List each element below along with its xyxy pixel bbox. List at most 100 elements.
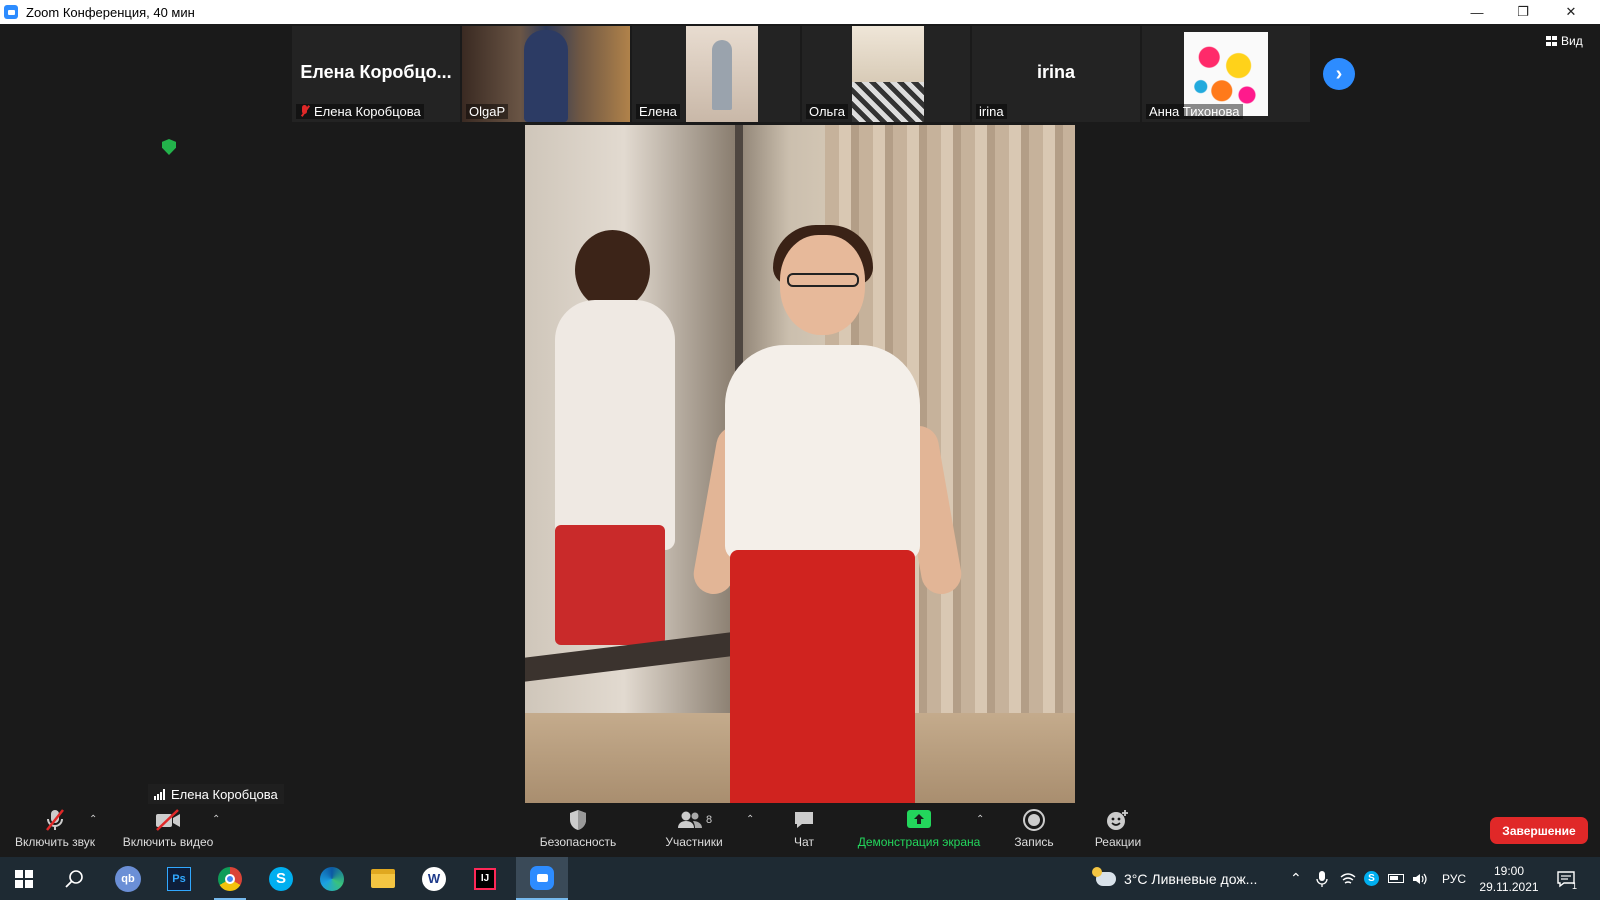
cloud-rain-icon bbox=[1092, 866, 1116, 886]
input-language-indicator[interactable]: РУС bbox=[1442, 857, 1466, 900]
tray-skype-icon[interactable]: S bbox=[1364, 857, 1379, 900]
tray-expand-icon[interactable]: ⌃ bbox=[1290, 857, 1302, 900]
zoom-window: Zoom Конференция, 40 мин — ❐ ✕ Елена Кор… bbox=[0, 0, 1600, 857]
participants-options-caret[interactable]: ⌃ bbox=[746, 814, 754, 825]
participants-count: 8 bbox=[705, 814, 713, 826]
weather-widget[interactable]: 3°C Ливневые дож... bbox=[1092, 857, 1258, 900]
view-button[interactable]: Вид bbox=[1546, 34, 1583, 48]
notification-count: 1 bbox=[1572, 880, 1578, 891]
video-options-caret[interactable]: ⌃ bbox=[212, 814, 220, 825]
chat-bubble-icon bbox=[792, 808, 816, 832]
weather-text: 3°C Ливневые дож... bbox=[1124, 870, 1258, 887]
signal-strength-icon bbox=[154, 788, 166, 800]
start-video-button[interactable]: Включить видео bbox=[118, 808, 218, 856]
chat-button[interactable]: Чат bbox=[786, 808, 822, 856]
photoshop-icon: Ps bbox=[167, 866, 191, 891]
taskbar-app-chrome[interactable] bbox=[206, 857, 254, 900]
tray-microphone-icon[interactable] bbox=[1316, 857, 1328, 900]
tray-network-icon[interactable] bbox=[1340, 857, 1356, 900]
mic-muted-icon bbox=[299, 105, 310, 117]
taskbar-app-skype[interactable]: S bbox=[257, 857, 305, 900]
encryption-shield-icon[interactable] bbox=[162, 139, 176, 155]
participant-tile[interactable]: OlgaP bbox=[462, 26, 630, 122]
chrome-icon bbox=[218, 866, 242, 891]
taskbar-clock[interactable]: 19:00 29.11.2021 bbox=[1474, 863, 1544, 895]
participant-tile[interactable]: Анна Тихонова bbox=[1142, 26, 1310, 122]
window-title: Zoom Конференция, 40 мин bbox=[26, 4, 195, 20]
security-button[interactable]: Безопасность bbox=[534, 808, 622, 856]
windows-taskbar: qb Ps S W IJ 3°C Ливневые дож... ⌃ S РУС… bbox=[0, 857, 1600, 900]
app-w-icon: W bbox=[422, 866, 446, 891]
tray-battery-icon[interactable] bbox=[1388, 857, 1404, 900]
edge-icon bbox=[320, 866, 344, 891]
share-screen-label: Демонстрация экрана bbox=[857, 835, 981, 849]
folder-icon bbox=[371, 869, 395, 888]
skype-icon: S bbox=[269, 866, 293, 891]
clock-time: 19:00 bbox=[1493, 864, 1525, 878]
taskbar-app-word-viewer[interactable]: W bbox=[410, 857, 458, 900]
windows-logo-icon bbox=[15, 869, 33, 888]
participants-icon: 8 bbox=[676, 808, 712, 832]
active-speaker-name-tag: Елена Коробцова bbox=[148, 784, 284, 804]
record-button[interactable]: Запись bbox=[1010, 808, 1058, 856]
taskbar-app-edge[interactable] bbox=[308, 857, 356, 900]
mic-muted-icon bbox=[43, 808, 67, 832]
video-off-icon bbox=[154, 808, 182, 832]
chevron-right-icon: › bbox=[1335, 62, 1343, 85]
participants-label: Участники bbox=[665, 835, 723, 849]
participant-name-label: Елена Коробцова bbox=[296, 104, 424, 119]
participant-video bbox=[852, 26, 924, 122]
share-screen-icon bbox=[906, 808, 932, 832]
zoom-app-icon bbox=[4, 5, 18, 19]
participant-tile[interactable]: irina irina bbox=[972, 26, 1140, 122]
taskbar-app-zoom[interactable] bbox=[516, 857, 568, 900]
reactions-label: Реакции bbox=[1094, 835, 1142, 849]
search-icon bbox=[65, 869, 83, 888]
tray-volume-icon[interactable] bbox=[1412, 857, 1428, 900]
minimize-button[interactable]: — bbox=[1454, 0, 1500, 24]
participant-display-name: irina bbox=[1036, 62, 1075, 82]
chat-label: Чат bbox=[794, 835, 814, 849]
taskbar-app-photoshop[interactable]: Ps bbox=[155, 857, 203, 900]
start-video-label: Включить видео bbox=[122, 835, 214, 849]
start-button[interactable] bbox=[0, 857, 48, 900]
participant-video bbox=[686, 26, 758, 122]
participant-name-label: Анна Тихонова bbox=[1146, 104, 1243, 119]
zoom-icon bbox=[530, 865, 554, 890]
participant-name-label: Ольга bbox=[806, 104, 849, 119]
share-options-caret[interactable]: ⌃ bbox=[976, 814, 984, 825]
security-label: Безопасность bbox=[539, 835, 617, 849]
unmute-button[interactable]: Включить звук bbox=[10, 808, 100, 856]
participant-filmstrip: Елена Коробцо... Елена Коробцова OlgaP Е… bbox=[292, 26, 1312, 122]
search-button[interactable] bbox=[50, 857, 98, 900]
participant-tile[interactable]: Елена Коробцо... Елена Коробцова bbox=[292, 26, 460, 122]
taskbar-app-intellij[interactable]: IJ bbox=[461, 857, 509, 900]
title-bar: Zoom Конференция, 40 мин — ❐ ✕ bbox=[0, 0, 1600, 24]
participant-name-label: irina bbox=[976, 104, 1007, 119]
share-screen-button[interactable]: Демонстрация экрана bbox=[852, 808, 986, 856]
participant-tile[interactable]: Елена bbox=[632, 26, 800, 122]
active-speaker-name: Елена Коробцова bbox=[171, 786, 278, 802]
participant-name-label: Елена bbox=[636, 104, 680, 119]
reactions-button[interactable]: Реакции bbox=[1092, 808, 1144, 856]
participants-button[interactable]: 8 Участники bbox=[656, 808, 732, 856]
end-meeting-button[interactable]: Завершение bbox=[1490, 817, 1588, 844]
audio-options-caret[interactable]: ⌃ bbox=[89, 814, 97, 825]
close-button[interactable]: ✕ bbox=[1548, 0, 1594, 24]
taskbar-app-file-explorer[interactable] bbox=[359, 857, 407, 900]
unmute-label: Включить звук bbox=[14, 835, 96, 849]
participant-tile[interactable]: Ольга bbox=[802, 26, 970, 122]
notifications-button[interactable]: 1 bbox=[1556, 857, 1577, 900]
smiley-plus-icon bbox=[1105, 808, 1131, 832]
record-label: Запись bbox=[1014, 835, 1054, 849]
active-speaker-video bbox=[525, 125, 1075, 803]
record-icon bbox=[1022, 808, 1046, 832]
participant-display-name: Елена Коробцо... bbox=[300, 62, 452, 82]
view-label: Вид bbox=[1561, 34, 1583, 48]
taskbar-app-qbittorrent[interactable]: qb bbox=[104, 857, 152, 900]
qbittorrent-icon: qb bbox=[115, 865, 141, 892]
security-shield-icon bbox=[567, 808, 589, 832]
restore-button[interactable]: ❐ bbox=[1500, 0, 1546, 24]
clock-date: 29.11.2021 bbox=[1479, 880, 1539, 894]
next-page-button[interactable]: › bbox=[1323, 58, 1355, 90]
